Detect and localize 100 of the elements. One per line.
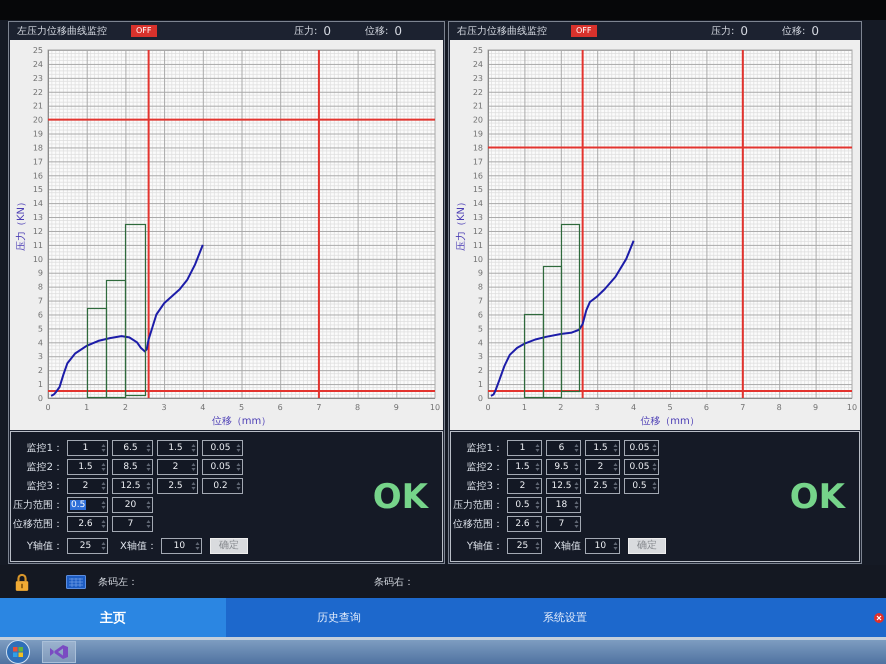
number-field[interactable]: 1.5 <box>507 458 542 474</box>
start-orb-icon[interactable] <box>6 640 30 664</box>
number-field[interactable]: 7 <box>546 516 581 532</box>
spin-arrows-icon <box>613 442 618 452</box>
number-field[interactable]: 20 <box>112 496 153 512</box>
axis-tick-label: 18 <box>472 143 483 152</box>
number-field[interactable]: 8.5 <box>112 458 153 474</box>
number-field[interactable]: 2 <box>585 458 620 474</box>
axis-tick-label: 1 <box>522 403 527 412</box>
axis-tick-label: 2 <box>558 403 564 412</box>
number-field[interactable]: 18 <box>546 496 581 512</box>
axis-tick-label: 17 <box>32 157 43 166</box>
number-field[interactable]: 2 <box>157 458 198 474</box>
taskbar-button[interactable] <box>42 641 76 663</box>
axis-tick-label: 8 <box>478 282 483 292</box>
number-field[interactable]: 0.5 <box>624 478 659 494</box>
axis-tick-label: 4 <box>38 338 43 348</box>
axis-tick-label: 10 <box>32 254 43 264</box>
number-field[interactable]: 6 <box>546 440 581 456</box>
result-text: OK <box>372 476 428 516</box>
number-field[interactable]: 1.5 <box>157 440 198 456</box>
axis-tick-label: 7 <box>38 296 43 306</box>
spin-arrows-icon <box>574 442 579 452</box>
number-field[interactable]: 6.5 <box>112 440 153 456</box>
number-field[interactable]: 10 <box>584 538 620 554</box>
spin-arrows-icon <box>535 518 540 528</box>
number-field[interactable]: 10 <box>160 538 202 554</box>
nav-tab[interactable]: 历史查询 <box>226 598 452 637</box>
number-field[interactable]: 12.5 <box>112 478 153 494</box>
axis-title: 位移（mm） <box>640 416 700 427</box>
axis-tick-label: 0 <box>45 403 51 412</box>
number-field[interactable]: 1 <box>67 440 108 456</box>
axis-tick-label: 3 <box>594 403 600 412</box>
lock-icon[interactable] <box>14 572 30 592</box>
number-field[interactable]: 12.5 <box>546 478 581 494</box>
spin-arrows-icon <box>191 480 196 490</box>
axis-tick-label: 3 <box>38 352 43 362</box>
number-field[interactable]: 2 <box>67 478 108 494</box>
number-field[interactable]: 0.05 <box>624 458 659 474</box>
axis-tick-label: 0 <box>38 394 43 403</box>
number-field[interactable]: 1.5 <box>585 440 620 456</box>
number-field[interactable]: 0.05 <box>202 440 243 456</box>
spin-arrows-icon <box>146 480 151 490</box>
barcode-label: 条码右： <box>374 576 414 588</box>
status-badge[interactable]: OFF <box>571 25 596 37</box>
field-label: 位移范围： <box>12 518 63 530</box>
axis-tick-label: 9 <box>38 268 43 278</box>
number-field[interactable]: 0.5 <box>507 496 542 512</box>
axis-tick-label: 10 <box>472 254 483 264</box>
axis-tick-label: 14 <box>32 199 43 208</box>
field-label: 监控3： <box>26 480 63 492</box>
close-icon[interactable] <box>874 612 884 622</box>
axis-tick-label: 25 <box>472 46 483 55</box>
field-label: 压力范围： <box>452 498 503 512</box>
readout-value: 0 <box>394 24 402 38</box>
readout-value: 0 <box>323 24 331 38</box>
number-field[interactable]: 9.5 <box>546 458 581 474</box>
axis-tick-label: 5 <box>38 324 43 334</box>
spin-arrows-icon <box>101 480 106 490</box>
number-field[interactable]: 0.05 <box>202 458 243 474</box>
result-text: OK <box>790 476 845 516</box>
readout-label: 位移: <box>364 25 388 38</box>
axis-tick-label: 12 <box>472 226 483 236</box>
axis-tick-label: 1 <box>478 380 483 390</box>
number-field[interactable]: 1 <box>507 440 542 456</box>
axis-tick-label: 7 <box>740 403 746 412</box>
nav-tab[interactable]: 系统设置 <box>452 598 678 637</box>
axis-tick-label: 6 <box>38 310 43 320</box>
number-field[interactable]: 1.5 <box>67 458 108 474</box>
field-label: 压力范围： <box>12 498 63 512</box>
number-field[interactable]: 25 <box>67 538 108 554</box>
spin-arrows-icon <box>613 480 618 490</box>
loop-icon <box>49 644 69 660</box>
keyboard-icon[interactable] <box>66 574 86 588</box>
spin-arrows-icon <box>535 540 540 550</box>
number-field[interactable]: 2.6 <box>67 516 108 532</box>
number-field[interactable]: 0.05 <box>624 440 659 456</box>
spin-arrows-icon <box>613 462 618 472</box>
axis-tick-label: 8 <box>38 282 43 292</box>
number-field[interactable]: 0.2 <box>202 478 243 494</box>
number-field[interactable]: 2 <box>507 478 542 494</box>
axis-tick-label: 8 <box>776 403 782 412</box>
number-field[interactable]: 2.6 <box>507 516 542 532</box>
number-field[interactable]: 0.5 <box>67 496 108 512</box>
spin-arrows-icon <box>146 518 151 528</box>
spin-arrows-icon <box>194 540 200 550</box>
axis-tick-label: 19 <box>32 130 43 139</box>
spin-arrows-icon <box>652 462 657 472</box>
field-label: X轴值 <box>554 540 581 552</box>
number-field[interactable]: 25 <box>507 538 542 554</box>
number-field[interactable]: 7 <box>112 516 153 532</box>
axis-tick-label: 0 <box>478 394 483 403</box>
field-label: Y轴值： <box>26 540 63 552</box>
axis-tick-label: 25 <box>32 46 43 55</box>
status-badge[interactable]: OFF <box>131 25 156 37</box>
nav-tab[interactable]: 主页 <box>0 598 226 637</box>
number-field[interactable]: 2.5 <box>585 478 620 494</box>
number-field[interactable]: 2.5 <box>157 478 198 494</box>
axis-tick-label: 2 <box>122 403 128 412</box>
spin-arrows-icon <box>101 518 106 528</box>
